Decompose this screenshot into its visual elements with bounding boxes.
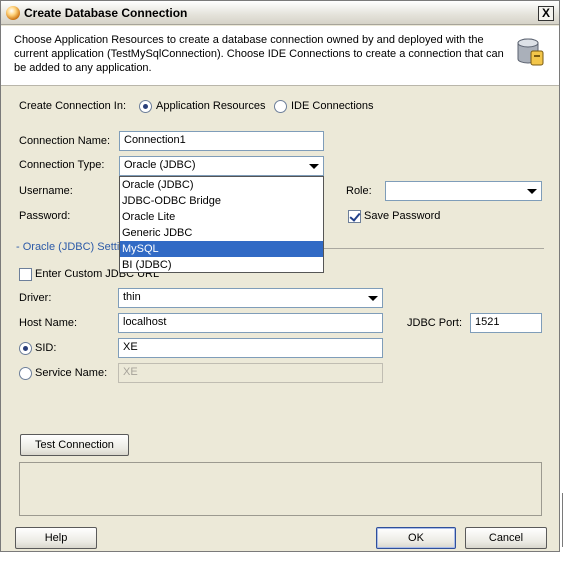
connection-name-input[interactable]: Connection1 [119,131,324,151]
test-status-area [19,462,542,516]
driver-select[interactable]: thin [118,288,383,308]
info-text: Choose Application Resources to create a… [14,34,504,74]
connection-type-label: Connection Type: [19,159,105,171]
sid-radio[interactable] [19,342,32,355]
password-label: Password: [19,210,71,222]
service-name-radio[interactable] [19,367,32,380]
jdbc-port-label: JDBC Port: [407,317,463,329]
close-button[interactable]: X [538,6,554,21]
save-password-checkbox[interactable] [348,210,361,223]
custom-jdbc-url-checkbox[interactable] [19,268,32,281]
cancel-button[interactable]: Cancel [465,527,547,549]
connection-type-select[interactable]: Oracle (JDBC) [119,156,324,176]
driver-value: thin [123,291,141,303]
application-resources-radio[interactable] [139,100,152,113]
ide-connections-label[interactable]: IDE Connections [291,100,374,112]
connection-name-label: Connection Name: [19,135,111,147]
dialog-window: Create Database Connection X Choose Appl… [0,0,560,552]
username-label: Username: [19,185,73,197]
list-item-mysql[interactable]: MySQL [120,241,323,257]
list-item-oracle-jdbc[interactable]: Oracle (JDBC) [120,177,323,193]
list-item-jdbc-odbc-bridge[interactable]: JDBC-ODBC Bridge [120,193,323,209]
section-divider [324,248,544,249]
save-password-label[interactable]: Save Password [364,210,440,222]
create-in-label: Create Connection In: [19,100,127,112]
list-item-oracle-lite[interactable]: Oracle Lite [120,209,323,225]
chevron-down-icon[interactable] [527,189,537,194]
sid-input[interactable]: XE [118,338,383,358]
list-item-bi-jdbc[interactable]: BI (JDBC) [120,257,323,273]
edge-line [562,493,563,547]
role-label: Role: [346,185,372,197]
host-name-label: Host Name: [19,317,78,329]
list-item-generic-jdbc[interactable]: Generic JDBC [120,225,323,241]
info-panel: Choose Application Resources to create a… [1,26,559,86]
sid-label[interactable]: SID: [35,342,56,354]
oracle-jdeveloper-icon [6,6,20,20]
chevron-down-icon[interactable] [368,296,378,301]
database-icon [517,38,544,66]
driver-label: Driver: [19,292,52,304]
title-bar: Create Database Connection X [1,1,559,25]
jdbc-port-input[interactable]: 1521 [470,313,542,333]
connection-type-value: Oracle (JDBC) [124,159,196,171]
service-name-input: XE [118,363,383,383]
help-button[interactable]: Help [15,527,97,549]
settings-section-title: - Oracle (JDBC) Settin [16,241,126,253]
application-resources-label[interactable]: Application Resources [156,100,265,112]
ok-button[interactable]: OK [376,527,456,549]
test-connection-button[interactable]: Test Connection [20,434,129,456]
ide-connections-radio[interactable] [274,100,287,113]
dialog-title: Create Database Connection [24,6,188,20]
connection-type-dropdown-list: Oracle (JDBC) JDBC-ODBC Bridge Oracle Li… [119,176,324,273]
role-select[interactable] [385,181,542,201]
service-name-label[interactable]: Service Name: [35,367,107,379]
host-name-input[interactable]: localhost [118,313,383,333]
chevron-down-icon[interactable] [309,164,319,169]
